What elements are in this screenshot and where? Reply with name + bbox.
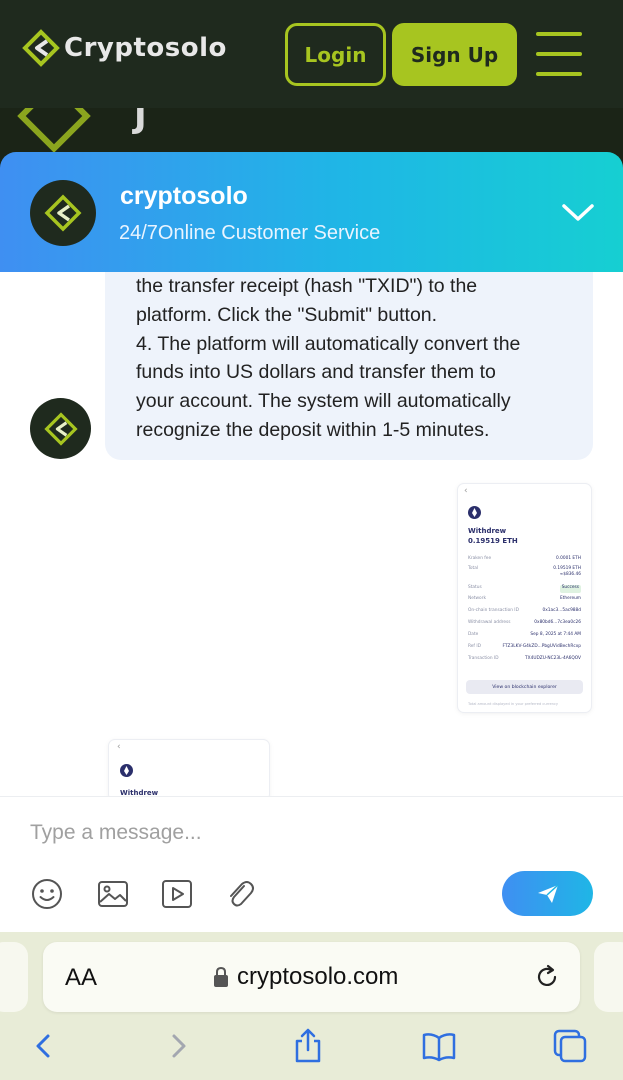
receipt-footnote: Total amount displayed in your preferred… (468, 702, 559, 706)
receipt-row: Date Sep 8, 2025 at 7:44 AM (468, 632, 581, 637)
back-chevron-icon: ‹ (117, 742, 121, 752)
brand-logo[interactable]: Cryptosolo (22, 26, 227, 70)
receipt-row: ≈$836.46 (559, 572, 581, 577)
ethereum-icon (120, 764, 133, 777)
hamburger-menu-icon[interactable] (536, 32, 582, 76)
hero-text: J (134, 108, 147, 136)
reload-icon[interactable] (533, 963, 561, 991)
address-bar[interactable]: AA cryptosolo.com (43, 942, 580, 1012)
receipt-row: On-chain transaction ID 0x1ac3...5ac988d (468, 608, 581, 613)
agent-avatar (30, 180, 96, 246)
message-line: 4. The platform will automatically conve… (136, 332, 521, 355)
brand-logo-icon (22, 29, 60, 67)
receipt-row: Status Success (468, 585, 581, 593)
brand-name: Cryptosolo (64, 33, 227, 63)
receipt-row: Kraken fee 0.0001 ETH (468, 556, 581, 561)
message-line: funds into US dollars and transfer them … (136, 361, 496, 384)
chat-messages[interactable]: the transfer receipt (hash "TXID") to th… (0, 272, 623, 796)
ethereum-icon (468, 506, 481, 519)
send-button[interactable] (502, 871, 593, 916)
site-header: Cryptosolo Login Sign Up (0, 0, 623, 108)
agent-subtitle: 24/7Online Customer Service (119, 222, 381, 244)
image-icon[interactable] (96, 877, 130, 911)
reader-settings-button[interactable]: AA (65, 964, 97, 992)
message-input[interactable] (30, 815, 590, 851)
message-line: platform. Click the "Submit" button. (136, 303, 438, 326)
agent-name: cryptosolo (120, 182, 248, 210)
receipt-row: Withdrawal address 0x80bd6...7c3ea0c26 (468, 620, 581, 625)
receipt-title: Withdrew (468, 527, 507, 535)
receipt-row: Network Ethereum (468, 596, 581, 601)
paperclip-icon[interactable] (223, 877, 257, 911)
login-button[interactable]: Login (285, 23, 386, 86)
browser-toolbar (0, 1022, 623, 1080)
message-line: recognize the deposit within 1-5 minutes… (136, 418, 490, 441)
chat-header: cryptosolo 24/7Online Customer Service (0, 152, 623, 272)
agent-logo-icon (43, 411, 78, 446)
forward-icon[interactable] (160, 1028, 196, 1064)
receipt-amount: 0.19519 ETH (468, 537, 518, 545)
bookmarks-icon[interactable] (421, 1028, 457, 1064)
message-composer (0, 796, 623, 932)
signup-button[interactable]: Sign Up (392, 23, 517, 86)
back-icon[interactable] (26, 1028, 62, 1064)
message-avatar (30, 398, 91, 459)
emoji-icon[interactable] (30, 877, 64, 911)
tabs-icon[interactable] (552, 1028, 588, 1064)
url-text: cryptosolo.com (237, 963, 399, 990)
lock-icon (214, 966, 228, 987)
explorer-button: View on blockchain explorer (466, 680, 583, 694)
back-chevron-icon: ‹ (464, 486, 468, 496)
receipt-image[interactable]: ‹ Withdrew 0.19519 ETH Kraken fee 0.0001 … (458, 484, 591, 712)
share-icon[interactable] (290, 1028, 326, 1064)
video-icon[interactable] (160, 877, 194, 911)
next-tab-preview[interactable] (594, 942, 623, 1012)
hero-logo-icon (17, 108, 91, 153)
browser-address-area: AA cryptosolo.com (0, 932, 623, 1022)
receipt-row: Ref ID FTZ3LKV-G4kZD...PbgUVidBechRcxp (468, 644, 581, 649)
receipt-image[interactable]: ‹ Withdrew (109, 740, 269, 796)
previous-tab-preview[interactable] (0, 942, 28, 1012)
chevron-down-icon[interactable] (558, 192, 598, 232)
send-icon (537, 883, 559, 903)
message-line: your account. The system will automatica… (136, 390, 511, 413)
receipt-row: Transaction ID TX4UDZU-NC23L-4A6QOV (468, 656, 581, 661)
message-line: the transfer receipt (hash "TXID") to th… (136, 275, 478, 297)
receipt-title: Withdrew (120, 789, 159, 796)
url-display[interactable]: cryptosolo.com (213, 962, 398, 992)
agent-logo-icon (44, 194, 82, 232)
agent-message-bubble: the transfer receipt (hash "TXID") to th… (105, 272, 593, 460)
